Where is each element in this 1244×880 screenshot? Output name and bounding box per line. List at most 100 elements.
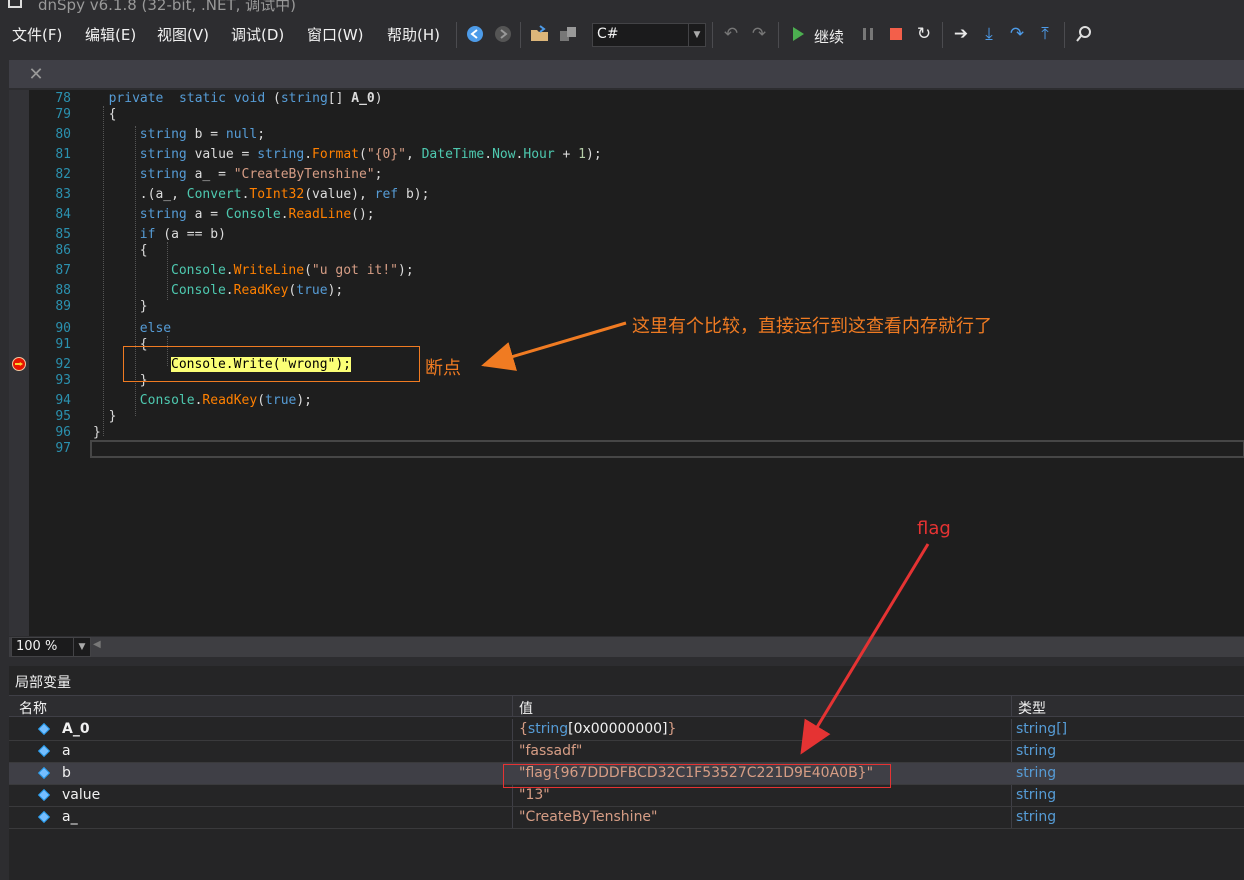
field-icon <box>37 810 51 824</box>
local-name: a_ <box>62 809 78 825</box>
menu-help[interactable]: 帮助(H) <box>387 24 440 45</box>
local-name: a <box>62 743 71 759</box>
column-divider <box>512 807 513 828</box>
menu-file[interactable]: 文件(F) <box>12 24 62 45</box>
open-list-icon[interactable] <box>557 22 579 46</box>
step-out-icon[interactable]: ⤒ <box>1034 22 1056 46</box>
menu-view[interactable]: 视图(V) <box>157 24 209 45</box>
line-number: 81 <box>55 147 71 162</box>
locals-row[interactable]: a "fassadf" string <box>9 741 1244 763</box>
breakpoint-highlight-box <box>123 346 420 382</box>
continue-button[interactable]: 继续 <box>814 26 844 47</box>
toolbar-separator <box>520 22 521 48</box>
menu-toolbar: 文件(F) 编辑(E) 视图(V) 调试(D) 窗口(W) 帮助(H) C# ▼… <box>0 14 1244 56</box>
zoom-select[interactable]: 100 % ▼ <box>11 637 91 657</box>
window-title: dnSpy v6.1.8 (32-bit, .NET, 调试中) <box>38 0 297 14</box>
code-text: string a = Console.ReadLine(); <box>139 207 375 222</box>
line-number: 84 <box>55 207 71 222</box>
menu-debug[interactable]: 调试(D) <box>231 24 284 45</box>
column-divider <box>1011 741 1012 762</box>
indent-guide <box>103 106 104 436</box>
pause-icon[interactable] <box>857 22 879 46</box>
close-icon[interactable]: ✕ <box>24 62 48 86</box>
scroll-left-icon[interactable]: ◀ <box>93 639 101 650</box>
local-type: string <box>1016 765 1057 781</box>
language-select[interactable]: C# ▼ <box>592 23 706 47</box>
column-divider <box>1011 785 1012 806</box>
zoom-value: 100 % <box>16 639 58 654</box>
code-text: string value = string.Format("{0}", Date… <box>139 147 602 162</box>
redo-icon[interactable]: ↷ <box>748 22 770 46</box>
local-value[interactable]: "fassadf" <box>519 743 582 759</box>
local-name: A_0 <box>62 721 90 737</box>
locals-title: 局部变量 <box>15 675 71 691</box>
language-value: C# <box>597 26 619 42</box>
local-value[interactable]: {string[0x00000000]} <box>519 721 676 737</box>
field-icon <box>37 744 51 758</box>
code-text: Console.ReadKey(true); <box>139 393 313 408</box>
column-divider <box>1011 807 1012 828</box>
line-number: 83 <box>55 187 71 202</box>
back-icon[interactable] <box>464 22 486 46</box>
search-icon[interactable] <box>1073 22 1095 46</box>
stop-icon[interactable] <box>885 22 907 46</box>
menu-window[interactable]: 窗口(W) <box>307 24 364 45</box>
indent-guide <box>167 242 168 300</box>
column-value-header[interactable]: 值 <box>519 698 533 718</box>
field-icon <box>37 766 51 780</box>
code-text: } <box>108 409 117 424</box>
breakpoint-margin[interactable] <box>9 90 29 636</box>
code-text: { <box>139 243 148 258</box>
flag-label: flag <box>917 518 951 539</box>
restart-icon[interactable]: ↻ <box>913 22 935 46</box>
local-type: string <box>1016 809 1057 825</box>
column-divider[interactable] <box>512 696 513 716</box>
column-divider <box>512 719 513 740</box>
line-number: 89 <box>55 299 71 314</box>
code-text: { <box>108 107 117 122</box>
chevron-down-icon[interactable]: ▼ <box>73 638 90 656</box>
step-into-icon[interactable]: ⤓ <box>978 22 1000 46</box>
undo-icon[interactable]: ↶ <box>720 22 742 46</box>
line-number: 82 <box>55 167 71 182</box>
column-type-header[interactable]: 类型 <box>1018 698 1046 718</box>
document-tab[interactable]: ✕ <box>9 60 1244 88</box>
menu-edit[interactable]: 编辑(E) <box>85 24 136 45</box>
locals-row[interactable]: a_ "CreateByTenshine" string <box>9 807 1244 829</box>
toolbar-separator <box>1064 22 1065 48</box>
local-value[interactable]: "CreateByTenshine" <box>519 809 658 825</box>
continue-icon[interactable] <box>787 22 809 46</box>
line-number: 79 <box>55 107 71 122</box>
caret-line <box>90 440 1244 458</box>
step-over-icon[interactable]: ↷ <box>1006 22 1028 46</box>
forward-icon[interactable] <box>492 22 514 46</box>
local-name: value <box>62 787 101 803</box>
local-value[interactable]: "13" <box>519 787 550 803</box>
line-number: 87 <box>55 263 71 278</box>
document-tab-row: ✕ <box>0 56 1244 90</box>
chevron-down-icon[interactable]: ▼ <box>688 24 705 46</box>
column-name-header[interactable]: 名称 <box>19 698 47 718</box>
dnspy-icon <box>8 0 22 8</box>
breakpoint-label: 断点 <box>425 358 461 379</box>
column-divider <box>512 741 513 762</box>
local-type: string <box>1016 743 1057 759</box>
code-text: Console.ReadKey(true); <box>171 283 344 298</box>
locals-header: 名称 值 类型 <box>9 695 1244 717</box>
comparison-note: 这里有个比较，直接运行到这查看内存就行了 <box>632 316 992 337</box>
breakpoint-icon[interactable] <box>12 357 26 371</box>
code-text: private static void (string[] A_0) <box>108 91 383 106</box>
locals-row[interactable]: value "13" string <box>9 785 1244 807</box>
line-number: 80 <box>55 127 71 142</box>
line-number: 86 <box>55 243 71 258</box>
locals-row[interactable]: A_0 {string[0x00000000]} string[] <box>9 719 1244 741</box>
code-text: string a_ = "CreateByTenshine"; <box>139 167 383 182</box>
editor-status-bar: 100 % ▼ ◀ <box>9 637 1244 657</box>
toolbar-separator <box>942 22 943 48</box>
column-divider[interactable] <box>1011 696 1012 716</box>
field-icon <box>37 722 51 736</box>
local-type: string[] <box>1016 721 1068 737</box>
open-icon[interactable] <box>529 22 551 46</box>
show-next-statement-icon[interactable]: ➔ <box>950 22 972 46</box>
local-name: b <box>62 765 71 781</box>
